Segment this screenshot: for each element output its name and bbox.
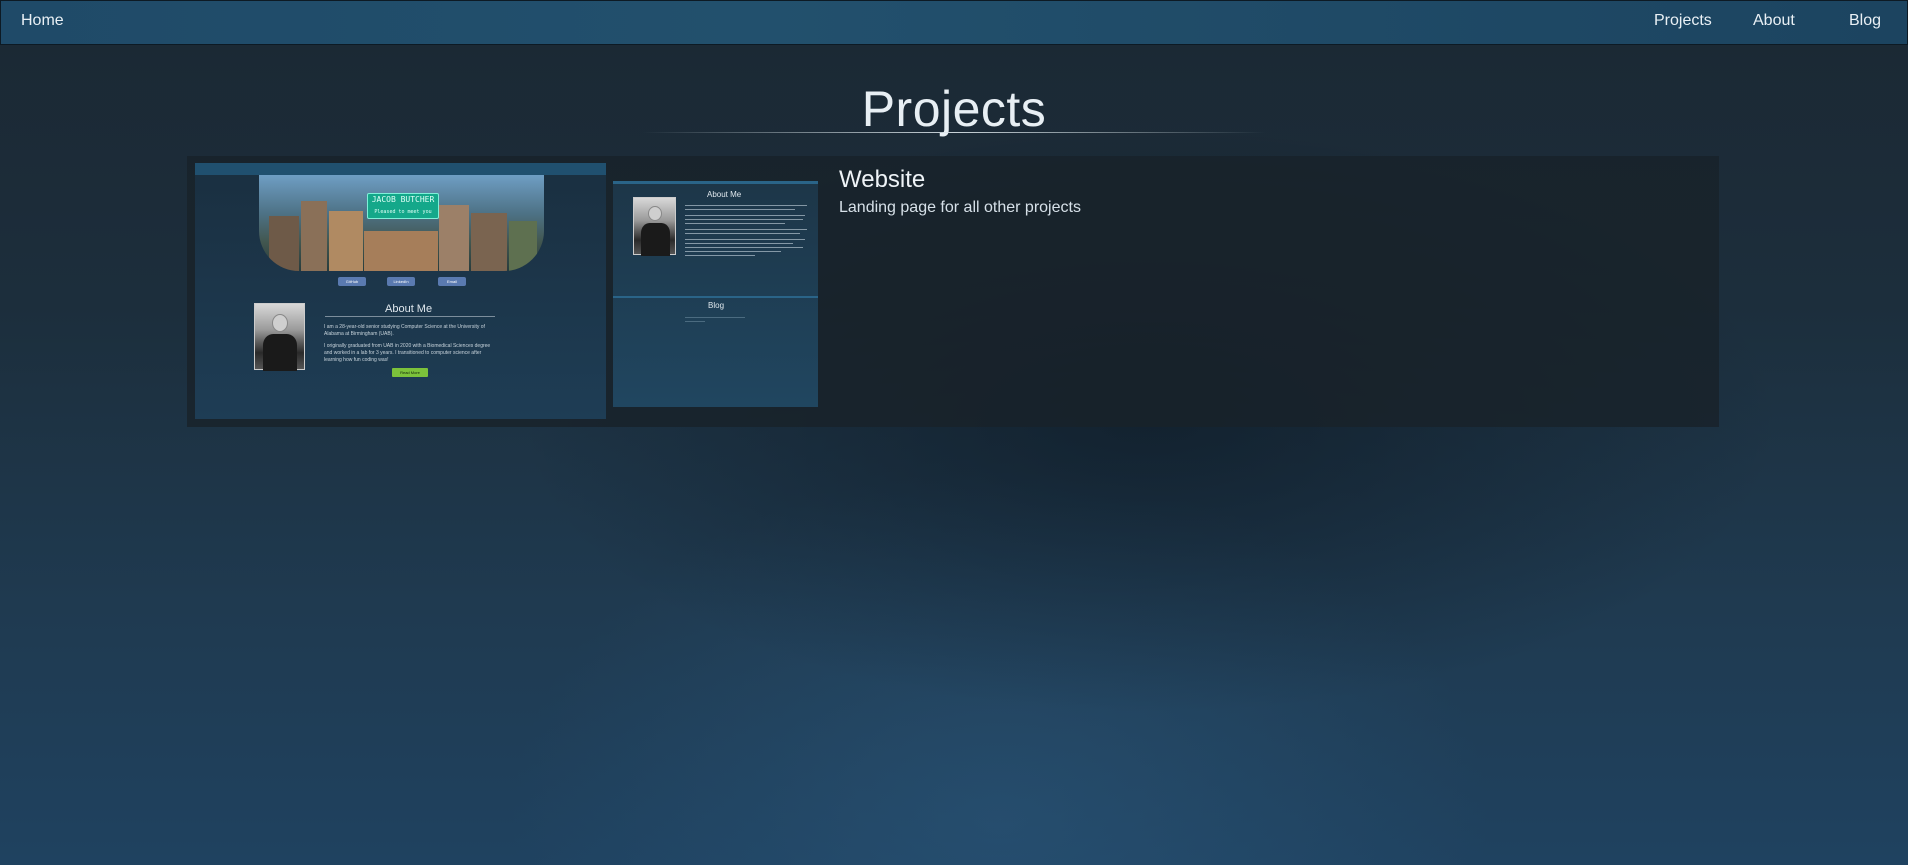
preview-secondary-about-heading: About Me: [707, 190, 742, 199]
project-card-website[interactable]: JACOB BUTCHER Pleased to meet you GitHub…: [187, 156, 1719, 427]
preview-secondary-blog-heading: Blog: [708, 301, 725, 310]
preview-heading-divider: [325, 316, 495, 317]
preview-banner-sign: JACOB BUTCHER Pleased to meet you: [367, 193, 439, 219]
project-title[interactable]: Website: [839, 166, 925, 194]
nav-projects-link[interactable]: Projects: [1654, 12, 1712, 30]
navbar: Home Projects About Blog: [0, 0, 1908, 45]
preview-banner-image: JACOB BUTCHER Pleased to meet you: [259, 175, 544, 271]
project-description: Landing page for all other projects: [839, 199, 1081, 216]
preview-secondary-profile-photo: [633, 197, 676, 256]
preview-email-button: Email: [438, 277, 466, 286]
preview-profile-photo: [254, 303, 305, 371]
preview-read-more-button: Read More: [392, 368, 428, 377]
preview-secondary-navbar: [613, 181, 818, 184]
preview-github-button: GitHub: [338, 277, 366, 286]
page-title: Projects: [861, 81, 1047, 137]
preview-about-paragraph-2: I originally graduated from UAB in 2020 …: [324, 343, 491, 363]
preview-linkedin-button: LinkedIn: [387, 277, 415, 286]
project-preview-main: JACOB BUTCHER Pleased to meet you GitHub…: [195, 163, 606, 419]
nav-blog-link[interactable]: Blog: [1849, 12, 1881, 30]
nav-home-link[interactable]: Home: [21, 12, 64, 30]
preview-navbar: [195, 163, 606, 175]
title-divider: [642, 132, 1266, 133]
nav-about-link[interactable]: About: [1753, 12, 1795, 30]
preview-about-paragraph-1: I am a 28-year-old senior studying Compu…: [324, 324, 485, 337]
preview-about-heading: About Me: [385, 303, 433, 315]
project-preview-secondary: About Me Blog: [613, 181, 818, 407]
preview-secondary-section-divider: [613, 296, 818, 298]
